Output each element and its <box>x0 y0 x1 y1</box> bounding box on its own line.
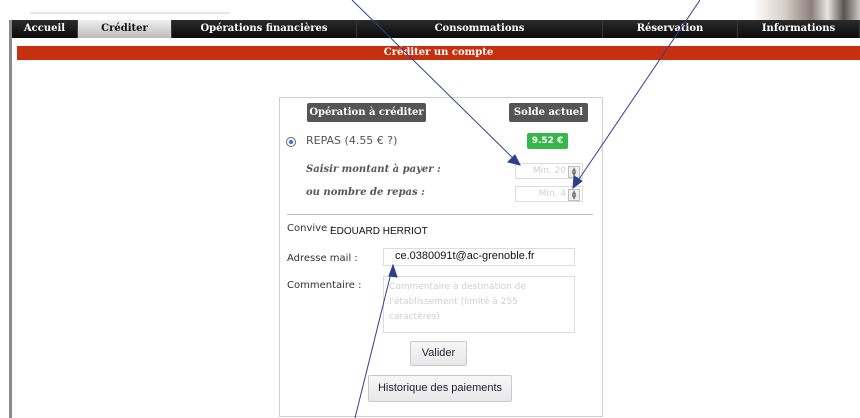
nav-item-consommations[interactable]: Consommations <box>357 20 603 38</box>
balance-header: Solde actuel <box>509 103 588 122</box>
nav-item-crediter[interactable]: Créditer <box>78 20 172 38</box>
convive-label: Convive : <box>287 223 334 234</box>
repas-radio[interactable] <box>286 137 296 147</box>
amount-placeholder: Min. 20 <box>532 166 566 176</box>
balance-badge: 9.52 € <box>527 133 568 149</box>
comment-textarea[interactable]: Commentaire à destination de l'établisse… <box>383 276 575 333</box>
meals-label: ou nombre de repas : <box>306 187 425 198</box>
meals-placeholder: Min. 4 <box>538 189 566 199</box>
repas-label: REPAS (4.55 € ?) <box>306 134 398 147</box>
top-divider <box>30 12 230 14</box>
page-title: Créditer un compte <box>17 46 860 60</box>
comment-label: Commentaire : <box>287 280 362 291</box>
meals-input[interactable]: Min. 4 ▲ ▼ <box>515 186 583 202</box>
nav-item-informations[interactable]: Informations <box>738 20 860 38</box>
top-strip <box>0 0 860 20</box>
form-divider <box>287 214 593 215</box>
stepper-icon[interactable]: ▲ ▼ <box>568 189 580 201</box>
operation-header: Opération à créditer <box>307 103 426 122</box>
nav-item-accueil[interactable]: Accueil <box>12 20 78 38</box>
email-value: ce.0380091t@ac-grenoble.fr <box>395 250 535 262</box>
nav-item-operations-financieres[interactable]: Opérations financières <box>172 20 357 38</box>
amount-input[interactable]: Min. 20 ▲ ▼ <box>515 163 583 179</box>
comment-placeholder: Commentaire à destination de l'établisse… <box>389 282 526 322</box>
main-nav: Accueil Créditer Opérations financières … <box>12 20 860 38</box>
payment-history-button[interactable]: Historique des paiements <box>368 375 512 402</box>
left-border <box>9 20 12 418</box>
convive-value: EDOUARD HERRIOT <box>330 226 428 237</box>
email-label: Adresse mail : <box>287 253 358 264</box>
amount-label: Saisir montant à payer : <box>306 164 441 175</box>
header-photo <box>752 0 860 20</box>
stepper-icon[interactable]: ▲ ▼ <box>568 166 580 178</box>
submit-button[interactable]: Valider <box>410 341 467 366</box>
nav-item-reservation[interactable]: Réservation <box>603 20 738 38</box>
